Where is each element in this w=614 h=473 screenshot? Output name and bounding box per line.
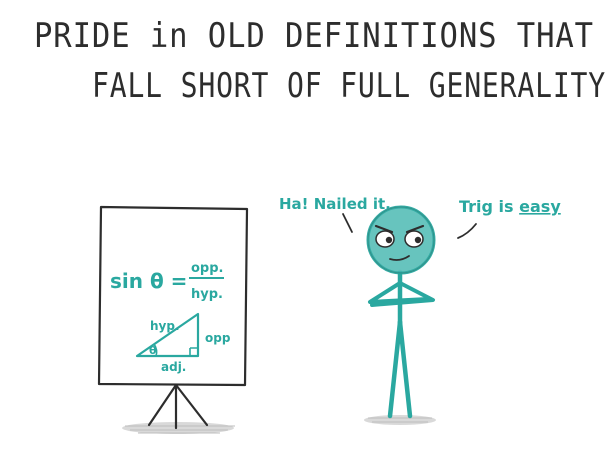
caption-line-2: FALL SHORT OF FULL GENERALITY <box>92 66 606 106</box>
stick-figure-icon <box>366 205 436 419</box>
comic-panel: PRIDE in OLD DEFINITIONS THAT FALL SHORT… <box>0 0 614 473</box>
speech-right-emphasis: easy <box>519 197 561 216</box>
formula-sin-theta: sin θ = <box>110 269 187 293</box>
speech-right-tick <box>457 223 477 239</box>
formula-numerator: opp. <box>191 261 223 276</box>
label-theta: θ <box>149 344 157 357</box>
speech-left-tick <box>342 213 353 233</box>
label-opp: opp <box>205 331 231 345</box>
label-hyp: hyp. <box>150 319 180 333</box>
label-adj: adj. <box>161 360 186 374</box>
comic-illustration: PRIDE in OLD DEFINITIONS THAT FALL SHORT… <box>34 16 606 434</box>
speech-right-prefix: Trig is <box>459 197 519 216</box>
floor-shadow-easel <box>122 422 235 434</box>
speech-right: Trig is easy <box>459 197 561 216</box>
floor-shadow-figure <box>364 415 436 425</box>
easel-icon <box>97 205 249 430</box>
speech-left: Ha! Nailed it. <box>279 195 391 213</box>
formula-denominator: hyp. <box>191 287 223 302</box>
caption-line-1: PRIDE in OLD DEFINITIONS THAT <box>34 16 594 56</box>
